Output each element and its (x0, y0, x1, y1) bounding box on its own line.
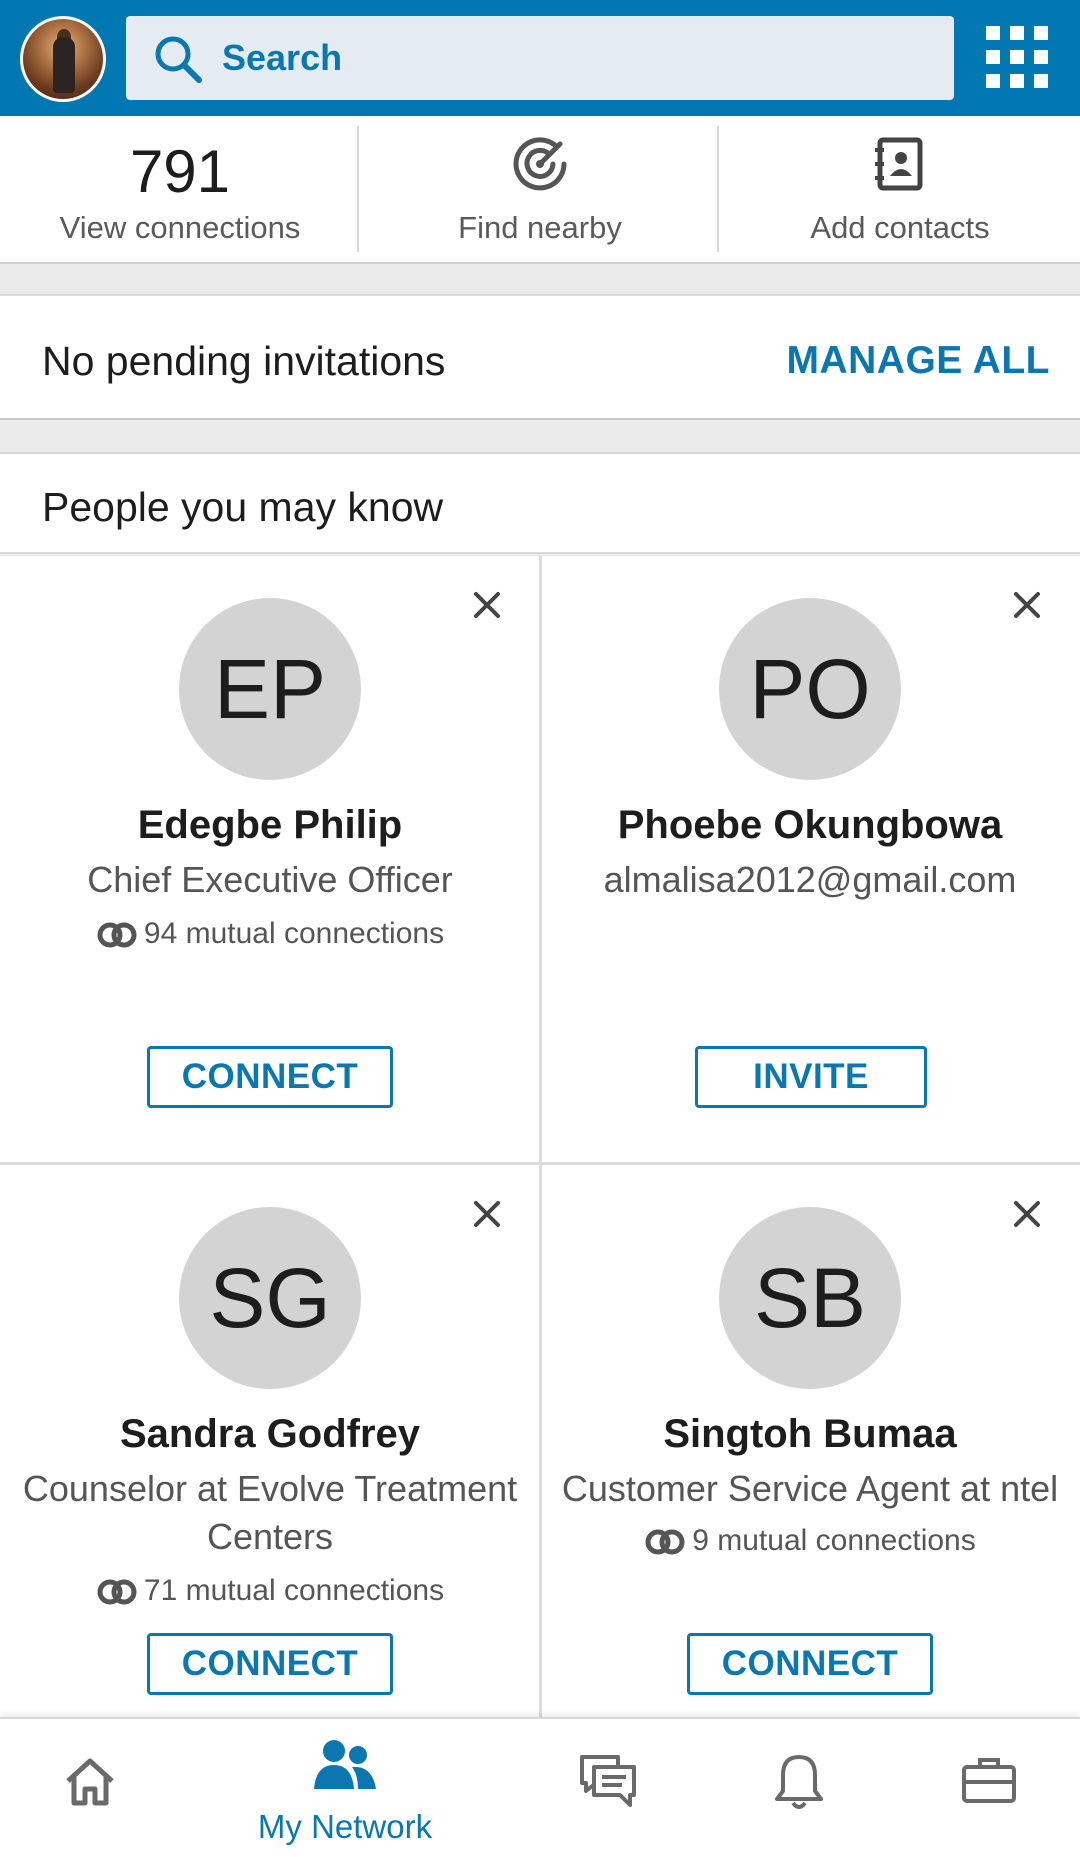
person-name[interactable]: Edegbe Philip (10, 800, 530, 850)
pymk-header: People you may know (0, 452, 1080, 554)
person-name[interactable]: Sandra Godfrey (10, 1409, 530, 1459)
avatar-initials: EP (213, 642, 327, 736)
mutual-connections: 9 mutual connections (540, 1521, 1080, 1561)
divider (357, 126, 359, 252)
person-card[interactable]: EP Edegbe Philip Chief Executive Officer… (0, 556, 540, 1164)
bottom-navigation: My Network (0, 1717, 1080, 1857)
my-network-icon (314, 1740, 376, 1789)
pymk-grid: EP Edegbe Philip Chief Executive Officer… (0, 556, 1080, 1773)
person-card[interactable]: PO Phoebe Okungbowa almalisa2012@gmail.c… (540, 556, 1080, 1164)
nav-home[interactable] (0, 1719, 180, 1857)
person-card[interactable]: SG Sandra Godfrey Counselor at Evolve Tr… (0, 1165, 540, 1773)
nav-messaging[interactable] (560, 1719, 660, 1857)
person-headline: Customer Service Agent at ntel (561, 1468, 1059, 1509)
nav-my-network-label: My Network (257, 1808, 433, 1845)
person-headline: Chief Executive Officer (87, 859, 453, 900)
column-divider (539, 556, 542, 1720)
person-name[interactable]: Singtoh Bumaa (550, 1409, 1070, 1459)
person-card[interactable]: SB Singtoh Bumaa Customer Service Agent … (540, 1165, 1080, 1773)
view-connections[interactable]: 791 View connections (0, 116, 360, 264)
avatar-initials: SG (209, 1251, 331, 1345)
mutual-connections-text: 9 mutual connections (692, 1524, 976, 1557)
mutual-connections-icon (97, 922, 137, 948)
mutual-connections-icon (97, 1579, 137, 1605)
person-headline: almalisa2012@gmail.com (603, 859, 1017, 900)
avatar-initials: SB (753, 1251, 867, 1345)
pymk-title: People you may know (42, 484, 444, 530)
divider (717, 126, 719, 252)
profile-avatar[interactable] (20, 16, 106, 102)
view-connections-label: View connections (59, 210, 301, 245)
search-icon (155, 36, 202, 83)
home-icon (66, 1758, 114, 1806)
person-name[interactable]: Phoebe Okungbowa (550, 800, 1070, 850)
find-nearby[interactable]: Find nearby (360, 116, 720, 264)
messaging-icon (580, 1755, 636, 1807)
nav-jobs[interactable] (940, 1719, 1040, 1857)
invitations-status: No pending invitations (42, 338, 446, 384)
close-icon[interactable] (470, 588, 504, 622)
avatar-initials: PO (749, 642, 871, 736)
connect-button[interactable]: CONNECT (147, 1046, 393, 1108)
jobs-icon (962, 1758, 1016, 1803)
avatar-figure (53, 37, 75, 93)
address-book-icon (875, 137, 923, 191)
notifications-icon (775, 1755, 823, 1809)
mutual-connections-text: 71 mutual connections (143, 1574, 445, 1607)
person-headline: Counselor at Evolve Treatment Centers (22, 1468, 518, 1557)
close-icon[interactable] (470, 1197, 504, 1231)
mutual-connections-text: 94 mutual connections (143, 917, 445, 950)
search-bar[interactable]: Search (126, 16, 954, 100)
radar-icon (513, 137, 567, 191)
nav-my-network[interactable]: My Network (200, 1719, 490, 1857)
grid-icon[interactable] (986, 26, 1048, 88)
add-contacts[interactable]: Add contacts (720, 116, 1080, 264)
add-contacts-label: Add contacts (810, 210, 990, 245)
mutual-connections: 94 mutual connections (0, 914, 540, 954)
mutual-connections-icon (645, 1529, 685, 1555)
top-bar: Search (0, 0, 1080, 116)
network-stats: 791 View connections Find nearby Add con… (0, 116, 1080, 264)
connect-button[interactable]: CONNECT (687, 1633, 933, 1695)
invitations-panel: No pending invitations MANAGE ALL (0, 294, 1080, 420)
connect-button[interactable]: CONNECT (147, 1633, 393, 1695)
search-placeholder: Search (222, 37, 343, 78)
mutual-connections: 71 mutual connections (0, 1571, 540, 1611)
close-icon[interactable] (1010, 588, 1044, 622)
app-root: Search 791 View connections Find nearby (0, 0, 1080, 1857)
invite-button[interactable]: INVITE (695, 1046, 927, 1108)
manage-all-button[interactable]: MANAGE ALL (786, 336, 1050, 386)
find-nearby-label: Find nearby (458, 210, 622, 245)
close-icon[interactable] (1010, 1197, 1044, 1231)
connections-count: 791 (129, 138, 231, 205)
nav-notifications[interactable] (750, 1719, 850, 1857)
